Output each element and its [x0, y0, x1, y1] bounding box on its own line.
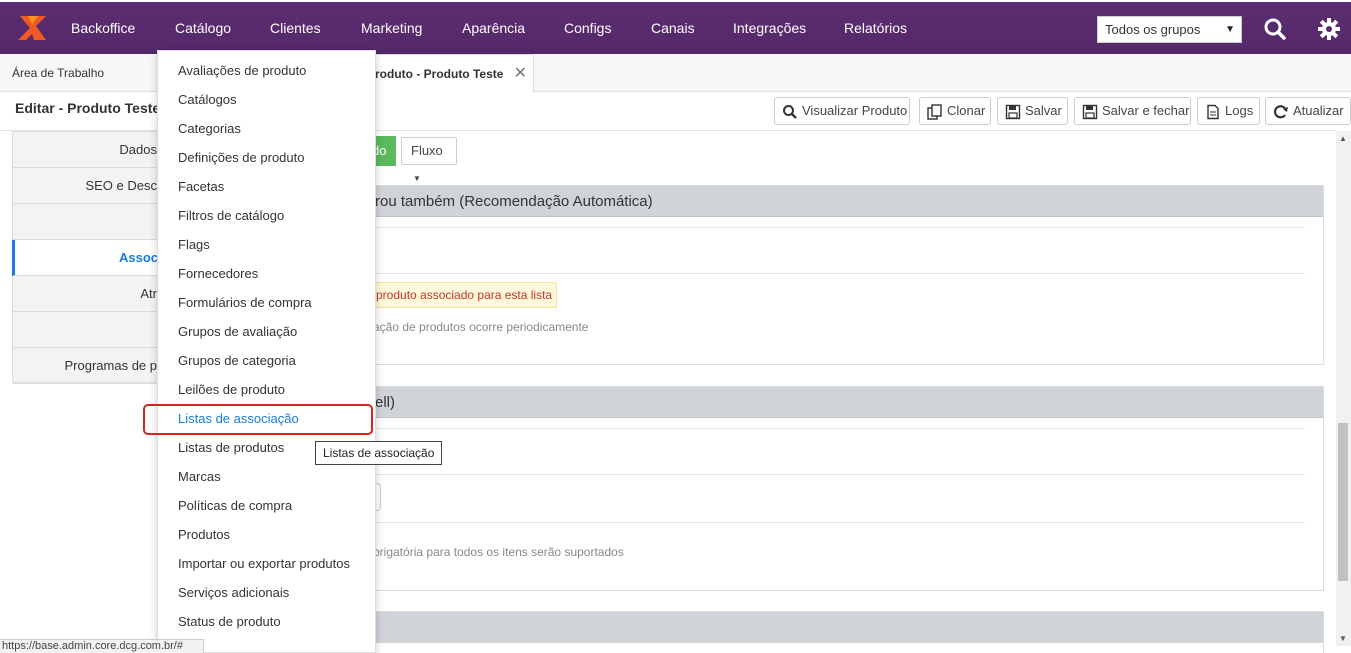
document-icon — [1207, 104, 1219, 120]
side-item-blank[interactable] — [13, 312, 159, 348]
top-navbar: Backoffice Catálogo Clientes Marketing A… — [0, 2, 1351, 54]
menu-item-leiloes-produto[interactable]: Leilões de produto — [178, 382, 285, 397]
tooltip: Listas de associação — [315, 441, 443, 465]
view-product-label: Visualizar Produto — [802, 103, 908, 118]
side-item-seo[interactable]: SEO e Desc — [13, 168, 159, 204]
nav-marketing[interactable]: Marketing — [361, 2, 422, 54]
panel — [372, 611, 1324, 653]
scrollbar-thumb[interactable] — [1338, 423, 1348, 581]
close-icon[interactable]: ✕ — [514, 63, 527, 83]
divider — [375, 522, 1305, 523]
search-icon — [783, 105, 797, 119]
catalogo-dropdown-menu: Avaliações de produto Catálogos Categori… — [157, 50, 376, 653]
divider — [375, 227, 1305, 228]
logo-icon[interactable] — [16, 12, 48, 44]
menu-item-fornecedores[interactable]: Fornecedores — [178, 266, 258, 281]
scroll-down-icon[interactable]: ▼ — [1339, 634, 1347, 643]
tab-product-label: roduto - Produto Teste — [375, 67, 504, 81]
panel-hint: brigatória para todos os itens serão sup… — [373, 545, 624, 559]
panel-title: ell) — [373, 387, 1323, 418]
copy-icon — [927, 104, 942, 120]
save-and-close-label: Salvar e fechar — [1102, 103, 1190, 118]
menu-item-definicoes-produto[interactable]: Definições de produto — [178, 150, 304, 165]
flow-dropdown-button[interactable]: Fluxo ▼ — [401, 137, 457, 183]
recommendation-panel: rou também (Recomendação Automática) pro… — [372, 185, 1324, 365]
nav-configs[interactable]: Configs — [564, 2, 611, 54]
menu-item-catalogos[interactable]: Catálogos — [178, 92, 237, 107]
menu-item-grupos-categoria[interactable]: Grupos de categoria — [178, 353, 296, 368]
side-item-programas[interactable]: Programas de p — [13, 348, 159, 384]
highlight-annotation — [143, 404, 373, 435]
group-select[interactable]: Todos os grupos ▼ — [1097, 16, 1242, 43]
gear-icon[interactable] — [1316, 16, 1342, 42]
scroll-up-icon[interactable]: ▲ — [1339, 134, 1347, 143]
side-item-blank[interactable] — [13, 204, 159, 240]
menu-item-flags[interactable]: Flags — [178, 237, 210, 252]
panel-header — [373, 612, 1323, 643]
side-item-associacoes[interactable]: Assoc — [12, 240, 160, 276]
flow-label: Fluxo — [411, 143, 443, 158]
menu-item-marcas[interactable]: Marcas — [178, 469, 221, 484]
caret-down-icon: ▼ — [413, 174, 421, 183]
menu-item-importar-exportar[interactable]: Importar ou exportar produtos — [178, 556, 350, 571]
menu-item-status-produto[interactable]: Status de produto — [178, 614, 281, 629]
divider — [375, 474, 1305, 475]
menu-item-grupos-avaliacao[interactable]: Grupos de avaliação — [178, 324, 297, 339]
save-and-close-button[interactable]: Salvar e fechar — [1074, 97, 1191, 125]
floppy-icon — [1082, 104, 1098, 120]
save-label: Salvar — [1025, 103, 1062, 118]
refresh-label: Atualizar — [1293, 103, 1344, 118]
nav-catalogo[interactable]: Catálogo — [175, 2, 231, 54]
nav-relatorios[interactable]: Relatórios — [844, 2, 907, 54]
menu-item-politicas-compra[interactable]: Políticas de compra — [178, 498, 292, 513]
save-button[interactable]: Salvar — [997, 97, 1068, 125]
side-item-dados[interactable]: Dados — [13, 132, 159, 168]
tab-product[interactable]: roduto - Produto Teste ✕ — [360, 54, 534, 93]
cross-sell-panel: ell) brigatória para todos os itens serã… — [372, 386, 1324, 591]
group-select-value: Todos os grupos — [1105, 22, 1201, 37]
divider — [375, 273, 1305, 274]
menu-item-listas-produtos[interactable]: Listas de produtos — [178, 440, 284, 455]
tab-area-de-trabalho[interactable]: Área de Trabalho — [12, 66, 104, 80]
nav-backoffice[interactable]: Backoffice — [71, 2, 135, 54]
divider — [375, 428, 1305, 429]
side-menu: Dados SEO e Desc Assoc Atr Programas de … — [12, 131, 160, 384]
nav-aparencia[interactable]: Aparência — [462, 2, 525, 54]
warning-badge: produto associado para esta lista — [373, 282, 558, 308]
panel-hint: ação de produtos ocorre periodicamente — [373, 320, 589, 334]
logs-label: Logs — [1225, 103, 1254, 118]
menu-item-produtos[interactable]: Produtos — [178, 527, 230, 542]
floppy-icon — [1005, 104, 1021, 120]
nav-canais[interactable]: Canais — [651, 2, 695, 54]
search-icon[interactable] — [1262, 16, 1288, 42]
side-item-atributos[interactable]: Atr — [13, 276, 159, 312]
menu-item-avaliacoes-produto[interactable]: Avaliações de produto — [178, 63, 306, 78]
menu-item-facetas[interactable]: Facetas — [178, 179, 224, 194]
refresh-icon — [1273, 105, 1288, 119]
menu-item-categorias[interactable]: Categorias — [178, 121, 241, 136]
refresh-button[interactable]: Atualizar — [1265, 97, 1351, 125]
clone-label: Clonar — [947, 103, 986, 118]
view-product-button[interactable]: Visualizar Produto — [774, 97, 910, 125]
panel-title: rou também (Recomendação Automática) — [373, 186, 1323, 217]
page-title: Editar - Produto Teste — [15, 100, 161, 116]
clone-button[interactable]: Clonar — [919, 97, 991, 125]
nav-clientes[interactable]: Clientes — [270, 2, 321, 54]
menu-item-filtros-catalogo[interactable]: Filtros de catálogo — [178, 208, 284, 223]
nav-integracoes[interactable]: Integrações — [733, 2, 806, 54]
browser-status-url: https://base.admin.core.dcg.com.br/# — [0, 639, 204, 653]
menu-item-servicos-adicionais[interactable]: Serviços adicionais — [178, 585, 289, 600]
logs-button[interactable]: Logs — [1197, 97, 1260, 125]
chevron-down-icon: ▼ — [1225, 24, 1235, 35]
menu-item-formularios-compra[interactable]: Formulários de compra — [178, 295, 312, 310]
